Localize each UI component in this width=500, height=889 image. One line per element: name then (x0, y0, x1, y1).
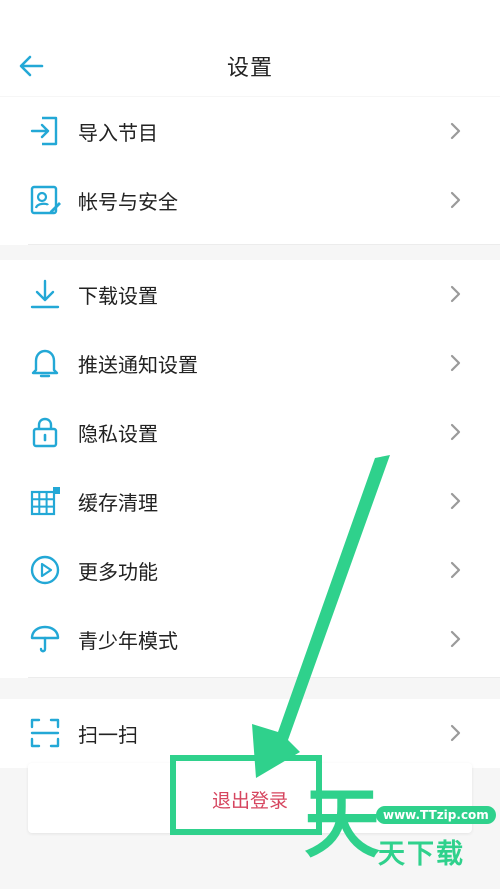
watermark-name: 天下载 (378, 839, 465, 870)
settings-item-label: 推送通知设置 (78, 353, 198, 377)
chevron-right-icon (450, 191, 461, 209)
chevron-right-icon (450, 724, 461, 742)
watermark-url: www.TTzip.com (376, 806, 496, 824)
settings-item-account[interactable]: 帐号与安全 (0, 166, 500, 235)
grid-icon (30, 487, 60, 516)
settings-item-privacy[interactable]: 隐私设置 (0, 398, 500, 467)
settings-item-label: 导入节目 (78, 121, 158, 145)
settings-item-download[interactable]: 下载设置 (0, 260, 500, 329)
divider (28, 244, 500, 245)
settings-item-label: 隐私设置 (78, 422, 158, 446)
settings-item-label: 下载设置 (78, 284, 158, 308)
chevron-right-icon (450, 122, 461, 140)
settings-item-import[interactable]: 导入节目 (0, 97, 500, 166)
chevron-right-icon (450, 423, 461, 441)
chevron-right-icon (450, 354, 461, 372)
settings-item-notify[interactable]: 推送通知设置 (0, 329, 500, 398)
settings-item-label: 扫一扫 (78, 723, 138, 747)
divider (28, 677, 500, 678)
watermark-glyph: 天 (304, 779, 380, 868)
scan-icon (30, 718, 60, 748)
top-bar: 设置 (0, 0, 500, 96)
page-title: 设置 (226, 56, 273, 81)
play-circle-icon (30, 555, 60, 585)
bell-icon (31, 349, 59, 378)
settings-item-more[interactable]: 更多功能 (0, 536, 500, 605)
account-security-icon (30, 185, 61, 215)
settings-item-label: 缓存清理 (78, 491, 158, 515)
settings-item-label: 青少年模式 (78, 629, 178, 653)
import-icon (30, 116, 58, 146)
settings-item-label: 更多功能 (78, 560, 158, 584)
settings-item-teen[interactable]: 青少年模式 (0, 605, 500, 674)
chevron-right-icon (450, 630, 461, 648)
watermark-logo: 天 www.TTzip.com 天下载 (300, 786, 500, 889)
settings-group-1: 导入节目 帐号与安全 (0, 97, 500, 245)
download-icon (30, 279, 60, 309)
chevron-right-icon (450, 285, 461, 303)
settings-item-cache[interactable]: 缓存清理 (0, 467, 500, 536)
chevron-right-icon (450, 561, 461, 579)
settings-item-label: 帐号与安全 (78, 190, 178, 214)
chevron-right-icon (450, 492, 461, 510)
settings-group-2: 下载设置 推送通知设置 隐私设置 缓存清理 更多功能 青少年模式 (0, 260, 500, 678)
umbrella-icon (30, 625, 60, 653)
lock-icon (32, 417, 58, 448)
